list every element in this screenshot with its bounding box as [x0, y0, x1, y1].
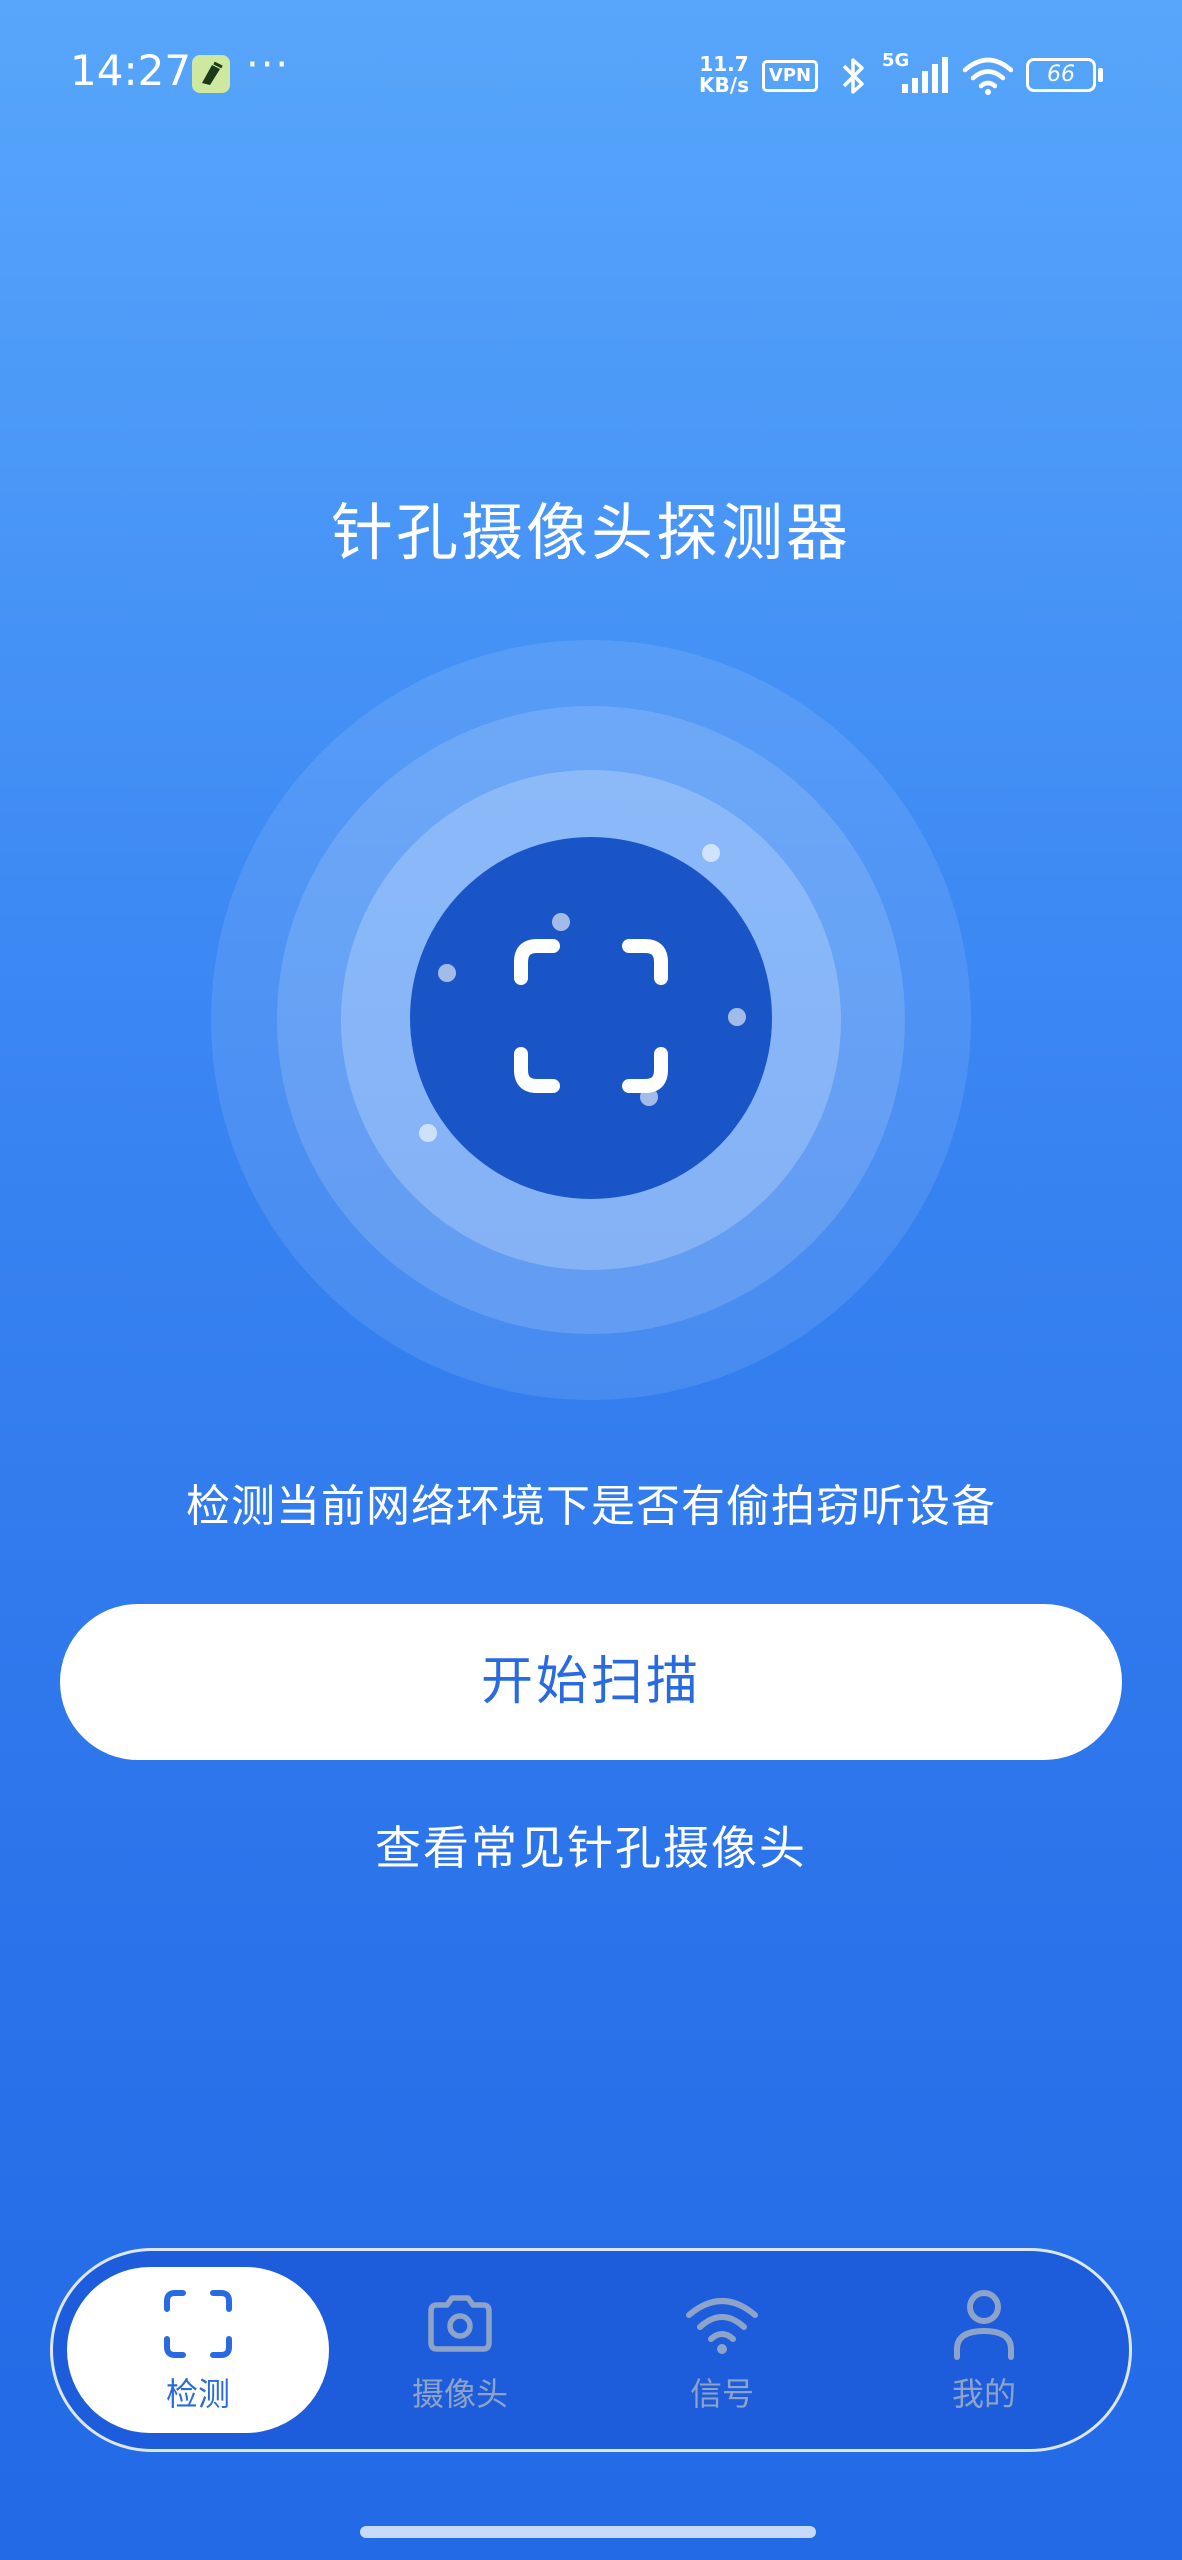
camera-icon — [428, 2295, 492, 2352]
description-text: 检测当前网络环境下是否有偷拍窃听设备 — [186, 1481, 996, 1532]
radar-dot — [438, 964, 456, 982]
network-speed-value: 11.7 — [699, 52, 749, 76]
battery-icon: 66 — [1026, 58, 1096, 92]
radar-dot — [728, 1008, 746, 1026]
radar-dot — [552, 913, 570, 931]
scan-icon — [164, 2290, 232, 2358]
bottom-nav: 检测 摄像头 信号 我的 — [50, 2248, 1132, 2452]
more-notifications-icon: ··· — [246, 42, 291, 88]
network-speed: 11.7 KB/s — [694, 54, 754, 96]
bluetooth-icon — [836, 54, 870, 102]
status-time: 14:27 — [70, 46, 192, 95]
vpn-badge: VPN — [762, 60, 818, 92]
radar-dot — [702, 844, 720, 862]
page-title: 针孔摄像头探测器 — [330, 496, 851, 569]
wifi-icon — [686, 2298, 758, 2354]
nav-label-signal: 信号 — [689, 2375, 754, 2413]
scan-frame-icon — [514, 939, 668, 1093]
radar-illustration — [211, 640, 971, 1400]
radar-dot — [419, 1124, 437, 1142]
nav-item-mine[interactable]: 我的 — [853, 2267, 1115, 2433]
nav-item-camera[interactable]: 摄像头 — [329, 2267, 591, 2433]
nav-item-detect[interactable]: 检测 — [67, 2267, 329, 2433]
network-speed-unit: KB/s — [699, 73, 749, 97]
radar-dot — [640, 1088, 658, 1106]
start-scan-button[interactable]: 开始扫描 — [60, 1604, 1122, 1760]
cellular-signal-icon — [880, 52, 950, 100]
wifi-status-icon — [962, 56, 1014, 100]
nav-label-detect: 检测 — [165, 2375, 230, 2413]
status-bar: 14:27 ··· 11.7 KB/s VPN 5G 66 — [0, 0, 1182, 150]
common-cameras-link[interactable]: 查看常见针孔摄像头 — [0, 1812, 1182, 1878]
nav-label-mine: 我的 — [951, 2375, 1016, 2413]
battery-tip — [1098, 68, 1103, 82]
user-icon — [954, 2290, 1014, 2360]
nav-label-camera: 摄像头 — [411, 2375, 508, 2413]
nav-item-signal[interactable]: 信号 — [591, 2267, 853, 2433]
home-indicator[interactable] — [360, 2526, 816, 2538]
app-notification-icon — [192, 55, 230, 93]
